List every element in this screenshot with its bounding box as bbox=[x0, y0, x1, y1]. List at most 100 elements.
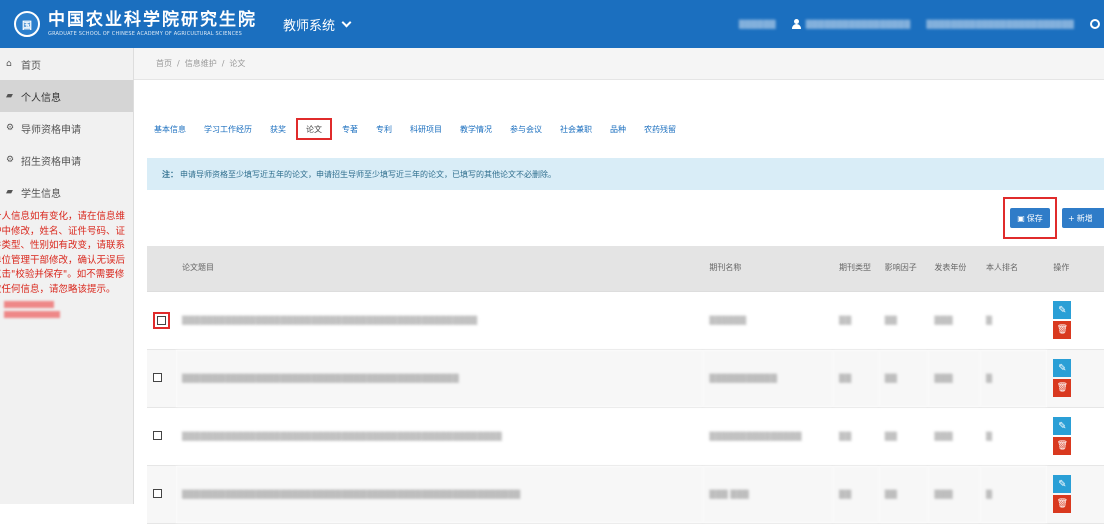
table-row: ▒▒▒▒▒▒▒▒▒▒▒▒▒▒▒▒▒▒▒▒▒▒▒▒▒▒▒▒▒▒▒▒▒▒▒▒▒▒▒▒… bbox=[147, 465, 1104, 524]
table-header-row: 论文题目 期刊名称 期刊类型 影响因子 发表年份 本人排名 操作 bbox=[147, 246, 1104, 292]
notice-prefix: 注： bbox=[162, 169, 178, 179]
save-icon: ▣ bbox=[1017, 213, 1025, 223]
row-checkbox[interactable] bbox=[153, 488, 162, 498]
tab-pesticide[interactable]: 农药残留 bbox=[642, 120, 678, 138]
paper-title: ▒▒▒▒▒▒▒▒▒▒▒▒▒▒▒▒▒▒▒▒▒▒▒▒▒▒▒▒▒▒▒▒▒▒▒▒▒▒▒▒… bbox=[176, 349, 704, 408]
add-button[interactable]: + 新增 bbox=[1062, 208, 1104, 228]
breadcrumb-section[interactable]: 信息维护 bbox=[185, 58, 217, 69]
info-notice: 注： 申请导师资格至少填写近五年的论文，申请招生导师至少填写近三年的论文，已填写… bbox=[147, 158, 1104, 190]
table-row: ▒▒▒▒▒▒▒▒▒▒▒▒▒▒▒▒▒▒▒▒▒▒▒▒▒▒▒▒▒▒▒▒▒▒▒▒▒▒▒▒… bbox=[147, 291, 1104, 350]
breadcrumb: 首页 / 信息维护 / 论文 bbox=[134, 48, 1104, 80]
header-link-3[interactable]: ▒▒▒▒▒▒▒▒▒▒▒▒▒▒▒▒▒▒▒▒▒▒▒▒ bbox=[926, 20, 1074, 29]
tab-papers[interactable]: 论文 bbox=[296, 118, 332, 140]
header-rank[interactable]: 本人排名 bbox=[980, 246, 1048, 292]
journal-name: ▒▒▒▒▒▒▒▒▒▒▒▒▒▒▒ bbox=[703, 407, 834, 466]
sidebar-item-label: 导师资格申请 bbox=[21, 124, 81, 136]
redacted-line: ▒▒▒▒▒▒▒▒ bbox=[4, 311, 60, 318]
logo-glyph: 国 bbox=[22, 20, 32, 32]
gear-icon[interactable] bbox=[1090, 19, 1100, 29]
header-journal-type[interactable]: 期刊类型 bbox=[833, 246, 879, 292]
tab-social-positions[interactable]: 社会兼职 bbox=[558, 120, 594, 138]
tab-awards[interactable]: 获奖 bbox=[268, 120, 288, 138]
chevron-down-icon bbox=[341, 17, 352, 27]
school-logo[interactable]: 国 bbox=[14, 11, 40, 37]
tab-monographs[interactable]: 专著 bbox=[340, 120, 360, 138]
sidebar-item-enrollment-application[interactable]: ⚙ 招生资格申请 bbox=[0, 144, 133, 176]
paper-title: ▒▒▒▒▒▒▒▒▒▒▒▒▒▒▒▒▒▒▒▒▒▒▒▒▒▒▒▒▒▒▒▒▒▒▒▒▒▒▒▒… bbox=[176, 291, 704, 350]
header-link-1[interactable]: ▒▒▒▒▒▒ bbox=[739, 20, 776, 29]
sidebar-item-label: 首页 bbox=[21, 60, 41, 72]
edit-icon[interactable]: ✎ bbox=[1053, 359, 1072, 377]
table-row: ▒▒▒▒▒▒▒▒▒▒▒▒▒▒▒▒▒▒▒▒▒▒▒▒▒▒▒▒▒▒▒▒▒▒▒▒▒▒▒▒… bbox=[147, 349, 1104, 408]
sidebar-item-student-info[interactable]: ▰ 学生信息 bbox=[0, 176, 133, 208]
journal-name: ▒▒▒ ▒▒▒ bbox=[703, 465, 834, 524]
sidebar: ⌂ 首页 ▰ 个人信息 ⚙ 导师资格申请 ⚙ 招生资格申请 ▰ 学生信息 个人信… bbox=[0, 48, 134, 504]
row-checkbox-highlight bbox=[153, 311, 170, 329]
impact-factor: ▒▒ bbox=[878, 407, 929, 466]
impact-factor: ▒▒ bbox=[878, 465, 929, 524]
user-icon bbox=[791, 19, 801, 29]
tab-conferences[interactable]: 参与会议 bbox=[508, 120, 544, 138]
user-menu[interactable]: ▒▒▒▒▒▒▒▒▒▒▒▒▒▒▒▒▒ bbox=[791, 19, 911, 29]
save-highlight: ▣ 保存 bbox=[1003, 197, 1057, 239]
delete-icon[interactable]: 🗑 bbox=[1053, 495, 1072, 513]
brand-english-name: GRADUATE SCHOOL OF CHINESE ACADEMY OF AG… bbox=[48, 31, 242, 37]
system-switcher[interactable]: 教师系统 bbox=[283, 15, 352, 34]
tab-study-work-history[interactable]: 学习工作经历 bbox=[202, 120, 254, 138]
breadcrumb-home[interactable]: 首页 bbox=[156, 58, 172, 69]
sidebar-item-supervisor-application[interactable]: ⚙ 导师资格申请 bbox=[0, 112, 133, 144]
paper-title: ▒▒▒▒▒▒▒▒▒▒▒▒▒▒▒▒▒▒▒▒▒▒▒▒▒▒▒▒▒▒▒▒▒▒▒▒▒▒▒▒… bbox=[176, 465, 704, 524]
table-row: ▒▒▒▒▒▒▒▒▒▒▒▒▒▒▒▒▒▒▒▒▒▒▒▒▒▒▒▒▒▒▒▒▒▒▒▒▒▒▒▒… bbox=[147, 407, 1104, 466]
author-rank: ▒ bbox=[980, 349, 1048, 408]
journal-type: ▒▒ bbox=[833, 349, 879, 408]
delete-icon[interactable]: 🗑 bbox=[1053, 379, 1072, 397]
row-actions: ✎ 🗑 bbox=[1053, 475, 1098, 513]
sidebar-item-home[interactable]: ⌂ 首页 bbox=[0, 48, 133, 80]
info-tabs: 基本信息 学习工作经历 获奖 论文 专著 专利 科研项目 教学情况 参与会议 社… bbox=[152, 118, 678, 140]
edit-icon[interactable]: ✎ bbox=[1053, 301, 1072, 319]
tab-research-projects[interactable]: 科研项目 bbox=[408, 120, 444, 138]
publish-year: ▒▒▒ bbox=[928, 349, 981, 408]
journal-type: ▒▒ bbox=[833, 291, 879, 350]
sidebar-item-personal-info[interactable]: ▰ 个人信息 bbox=[0, 80, 133, 112]
tab-teaching[interactable]: 教学情况 bbox=[458, 120, 494, 138]
row-checkbox[interactable] bbox=[153, 430, 162, 440]
system-name: 教师系统 bbox=[283, 18, 336, 34]
row-checkbox[interactable] bbox=[153, 372, 162, 382]
journal-name: ▒▒▒▒▒▒ bbox=[703, 291, 834, 350]
paper-title: ▒▒▒▒▒▒▒▒▒▒▒▒▒▒▒▒▒▒▒▒▒▒▒▒▒▒▒▒▒▒▒▒▒▒▒▒▒▒▒▒… bbox=[176, 407, 704, 466]
brand: 中国农业科学院研究生院 GRADUATE SCHOOL OF CHINESE A… bbox=[48, 10, 257, 38]
header-impact-factor[interactable]: 影响因子 bbox=[878, 246, 929, 292]
save-label: 保存 bbox=[1026, 213, 1043, 223]
header-actions: 操作 bbox=[1047, 246, 1104, 292]
sidebar-item-label: 学生信息 bbox=[21, 188, 61, 200]
tab-basic-info[interactable]: 基本信息 bbox=[152, 120, 188, 138]
sidebar-redacted: ▒▒▒▒▒▒▒▒ ▒▒▒▒▒▒▒▒ bbox=[0, 301, 133, 318]
top-navbar: 国 中国农业科学院研究生院 GRADUATE SCHOOL OF CHINESE… bbox=[0, 0, 1104, 48]
profile-icon: ▰ bbox=[6, 91, 13, 101]
delete-icon[interactable]: 🗑 bbox=[1053, 321, 1072, 339]
header-title[interactable]: 论文题目 bbox=[176, 246, 704, 292]
breadcrumb-separator: / bbox=[177, 59, 180, 68]
row-checkbox[interactable] bbox=[157, 315, 166, 325]
tab-varieties[interactable]: 品种 bbox=[608, 120, 628, 138]
plus-icon: + bbox=[1068, 213, 1075, 223]
header-year[interactable]: 发表年份 bbox=[928, 246, 981, 292]
profile-icon: ▰ bbox=[6, 187, 13, 197]
publish-year: ▒▒▒ bbox=[928, 465, 981, 524]
gears-icon: ⚙ bbox=[6, 155, 15, 165]
notice-text: 申请导师资格至少填写近五年的论文，申请招生导师至少填写近三年的论文，已填写的其他… bbox=[180, 169, 556, 179]
redacted-line: ▒▒▒▒▒▒▒▒ bbox=[4, 301, 54, 308]
edit-icon[interactable]: ✎ bbox=[1053, 417, 1072, 435]
main-content: 首页 / 信息维护 / 论文 基本信息 学习工作经历 获奖 论文 专著 专利 科… bbox=[134, 48, 1104, 524]
home-icon: ⌂ bbox=[6, 59, 12, 69]
publish-year: ▒▒▒ bbox=[928, 291, 981, 350]
edit-icon[interactable]: ✎ bbox=[1053, 475, 1072, 493]
impact-factor: ▒▒ bbox=[878, 349, 929, 408]
delete-icon[interactable]: 🗑 bbox=[1053, 437, 1072, 455]
header-journal[interactable]: 期刊名称 bbox=[703, 246, 834, 292]
user-name: ▒▒▒▒▒▒▒▒▒▒▒▒▒▒▒▒▒ bbox=[805, 19, 911, 29]
publish-year: ▒▒▒ bbox=[928, 407, 981, 466]
save-button[interactable]: ▣ 保存 bbox=[1010, 208, 1050, 228]
tab-patents[interactable]: 专利 bbox=[374, 120, 394, 138]
